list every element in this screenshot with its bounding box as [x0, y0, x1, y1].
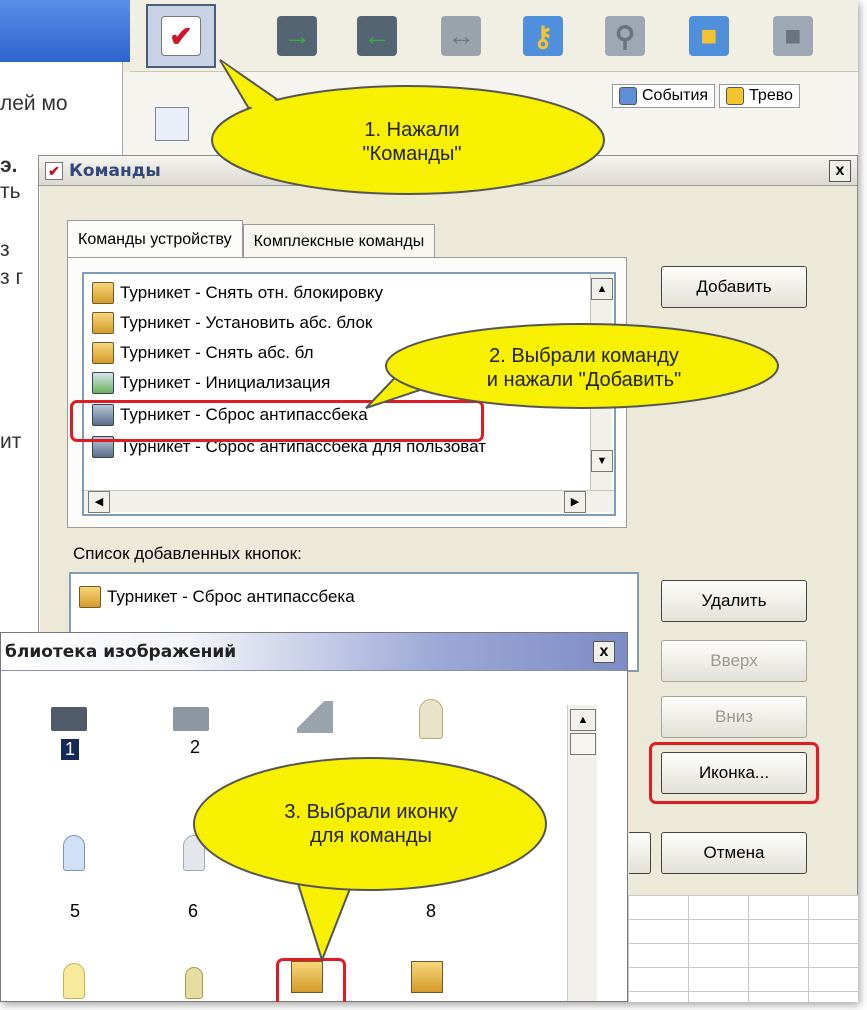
callout-step-1-text: 1. Нажали "Команды" — [212, 88, 612, 196]
checkmark-icon: ✔ — [45, 161, 63, 180]
scroll-right-button[interactable]: ▶ — [564, 491, 586, 513]
lock-disabled-icon: ■ — [773, 16, 813, 56]
callout-line: 1. Нажали — [364, 119, 460, 141]
close-button[interactable]: x — [829, 160, 851, 182]
bulb-yellow-icon[interactable] — [63, 963, 85, 999]
scroll-down-button[interactable]: ▼ — [591, 450, 613, 472]
library-title: блиотека изображений — [5, 641, 237, 662]
barrier-icon[interactable] — [297, 701, 333, 733]
callout-step-3-text: 3. Выбрали иконку для команды — [196, 772, 546, 876]
lock-disabled-button[interactable]: ■ — [758, 4, 828, 68]
library-titlebar: блиотека изображений — [1, 633, 627, 671]
tab-label: События — [642, 87, 709, 104]
lock-icon: ⚲ — [605, 16, 645, 56]
list-item-label: Турникет - Сброс антипассбека — [107, 587, 355, 606]
background-text: ит — [0, 430, 22, 453]
move-up-button[interactable]: Вверх — [661, 640, 807, 682]
icon-number: 5 — [69, 901, 80, 921]
background-text: лей мо — [0, 92, 68, 115]
arrow-both-icon: ↔ — [441, 16, 481, 56]
tab-device-commands[interactable]: Команды устройству — [67, 220, 243, 258]
list-item-label: Турникет - Снять абс. бл — [120, 343, 314, 362]
background-text: з — [0, 238, 10, 261]
screenshot-frame: лей мо э. ть з з г ит События Трево ✔ → … — [0, 0, 858, 1002]
callout-line: 3. Выбрали иконку — [284, 801, 458, 823]
alert-icon — [726, 87, 745, 105]
icon-number-selected: 1 — [61, 739, 79, 760]
app-title-bar — [0, 0, 130, 62]
turnstile-disabled-icon[interactable] — [173, 707, 209, 731]
background-text: з г — [0, 266, 24, 289]
callout-line: для команды — [310, 825, 432, 847]
tab-events[interactable]: События — [612, 84, 716, 108]
move-down-button[interactable]: Вниз — [661, 696, 807, 738]
list-item-label: Турникет - Снять отн. блокировку — [120, 283, 383, 302]
arrow-left-icon: ← — [357, 16, 397, 56]
background-text: ть — [0, 180, 21, 203]
callout-line: 2. Выбрали команду — [489, 345, 679, 367]
scroll-thumb[interactable] — [570, 733, 596, 755]
list-item-label: Турникет - Инициализация — [120, 373, 331, 392]
padlock-icon: ■ — [689, 16, 729, 56]
checkmark-icon: ✔ — [161, 16, 201, 56]
background-tabs: События Трево — [612, 80, 800, 112]
callout-step-2-text: 2. Выбрали команду и нажали "Добавить" — [384, 326, 784, 410]
bulb-blue-icon[interactable] — [63, 835, 85, 871]
search-icon — [619, 87, 637, 105]
user-reset-icon — [79, 586, 101, 608]
background-text: э. — [0, 154, 18, 177]
tab-alarms[interactable]: Трево — [719, 84, 800, 108]
tab-complex-commands[interactable]: Комплексные команды — [242, 224, 436, 258]
selected-icon-highlight — [276, 958, 346, 1002]
list-item[interactable]: Турникет - Инициализация — [92, 368, 330, 398]
callout-line: и нажали "Добавить" — [486, 369, 682, 391]
list-view-icon — [155, 107, 189, 141]
scroll-up-button[interactable]: ▲ — [591, 278, 613, 300]
padlock-icon — [92, 312, 114, 334]
list-item[interactable]: Турникет - Снять абс. бл — [92, 338, 314, 368]
background-grid — [628, 895, 858, 1002]
tab-label: Трево — [749, 87, 793, 104]
ok-button[interactable] — [629, 832, 651, 874]
key-icon: ⚷ — [523, 16, 563, 56]
padlock-icon — [92, 342, 114, 364]
add-button[interactable]: Добавить — [661, 266, 807, 308]
padlock-icon[interactable] — [411, 961, 443, 993]
list-item[interactable]: Турникет - Сброс антипассбека — [79, 582, 355, 612]
dialog-title: Команды — [69, 160, 161, 181]
list-item[interactable]: Турникет - Снять отн. блокировку — [92, 278, 383, 308]
added-buttons-label: Список добавленных кнопок: — [73, 544, 302, 563]
icon-button-highlight — [649, 742, 819, 804]
initialize-icon — [92, 372, 114, 394]
delete-button[interactable]: Удалить — [661, 580, 807, 622]
cancel-button[interactable]: Отмена — [661, 832, 807, 874]
turnstile-icon[interactable] — [51, 707, 87, 731]
dialog-tabs: Команды устройству Комплексные команды — [67, 220, 436, 258]
unlock-icon — [92, 282, 114, 304]
library-scrollbar[interactable]: ▲ — [567, 705, 597, 1001]
bulb-small-icon[interactable] — [185, 967, 203, 999]
library-close-button[interactable]: x — [593, 641, 615, 663]
horizontal-scrollbar[interactable]: ◀ ▶ — [84, 490, 614, 513]
lamp-icon[interactable] — [419, 699, 443, 739]
arrow-right-icon: → — [277, 16, 317, 56]
callout-line: "Команды" — [362, 143, 462, 165]
padlock-button[interactable]: ■ — [674, 4, 744, 68]
scroll-left-button[interactable]: ◀ — [88, 491, 110, 513]
scroll-up-button[interactable]: ▲ — [570, 709, 596, 731]
